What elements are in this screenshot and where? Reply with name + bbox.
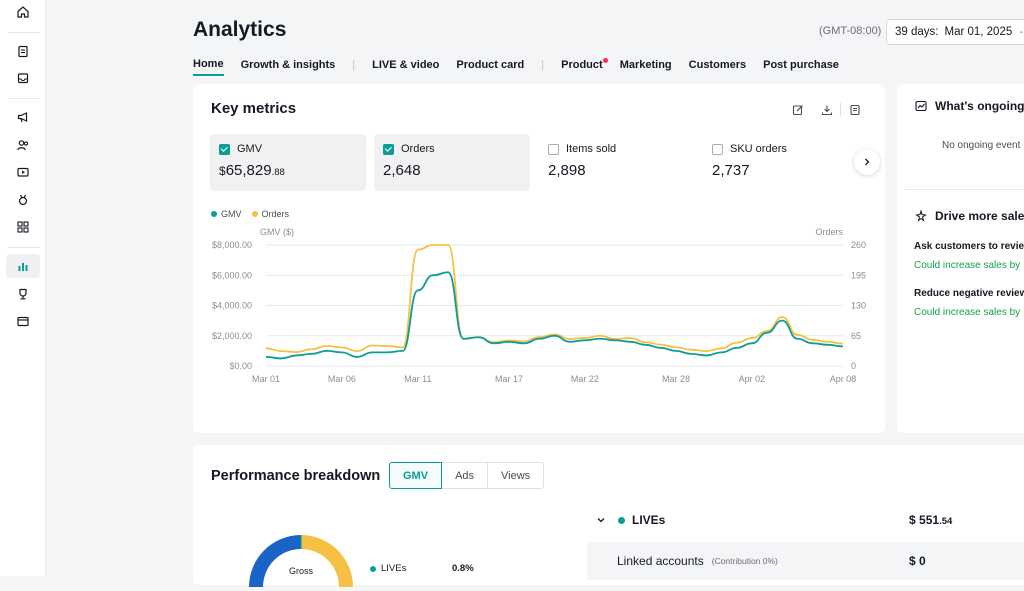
donut-slice-yellow: [301, 535, 353, 587]
currency-symbol: $: [909, 513, 916, 527]
date-range-label: 39 days:: [895, 26, 939, 38]
breakdown-row-lives[interactable]: LIVEs $ 551.54: [587, 501, 1024, 539]
bar-chart-icon[interactable]: [6, 254, 40, 278]
series-line-gmv: [265, 271, 844, 360]
users-icon[interactable]: [9, 133, 37, 157]
video-icon[interactable]: [9, 160, 37, 184]
currency-symbol: $: [909, 554, 916, 568]
tab-separator: |: [541, 59, 545, 71]
analytics-tabs: Home Growth & insights | LIVE & video Pr…: [193, 57, 856, 77]
x-tick-label: Apr 02: [739, 374, 766, 384]
whats-ongoing-card: What's ongoing No ongoing event Drive mo…: [897, 84, 1024, 433]
legend-dot: [370, 565, 376, 572]
y-tick-label-right: 195: [851, 270, 866, 280]
gmv-donut-chart: Gross: [249, 535, 353, 587]
tip-reviews-link[interactable]: Could increase sales by: [914, 260, 1020, 271]
tab-live-video[interactable]: LIVE & video: [372, 59, 439, 75]
spark-icon: [915, 210, 927, 222]
donut-legend-lives: LIVEs: [370, 563, 406, 574]
no-ongoing-events: No ongoing event: [942, 140, 1021, 151]
x-tick-label: Mar 01: [252, 374, 280, 384]
y-tick-label-right: 0: [851, 361, 856, 371]
row-label: LIVEs: [632, 513, 666, 527]
key-metrics-card: Key metrics GMV $65,829.88 Orders 2,648 …: [193, 84, 885, 433]
tab-post-purchase[interactable]: Post purchase: [763, 59, 839, 75]
performance-breakdown-card: Performance breakdown GMV Ads Views Gros…: [193, 445, 1024, 587]
tip-negative-title: Reduce negative review: [914, 288, 1024, 299]
row-value-int: 0: [919, 554, 926, 568]
y-axis-title-left: GMV ($): [260, 227, 294, 237]
tip-reviews-title: Ask customers to revie: [914, 241, 1024, 252]
tab-product[interactable]: Product: [561, 58, 608, 75]
whats-ongoing-title: What's ongoing: [935, 99, 1024, 113]
y-tick-label-left: $0.00: [229, 361, 252, 371]
perf-tab-views[interactable]: Views: [487, 462, 545, 489]
row-value: $ 551.54: [909, 513, 952, 527]
breakdown-row-linked-accounts[interactable]: Linked accounts (Contribution 0%) $ 0: [587, 542, 1024, 580]
drive-sales-header: Drive more sales: [915, 209, 1024, 223]
row-value-dec: .54: [939, 516, 953, 527]
inbox-icon[interactable]: [9, 66, 37, 90]
rail-divider: [8, 32, 40, 33]
x-tick-label: Mar 17: [495, 374, 523, 384]
y-tick-label-left: $6,000.00: [212, 270, 252, 280]
performance-title: Performance breakdown: [211, 468, 381, 484]
tab-separator: |: [352, 59, 356, 71]
row-value: $ 0: [909, 554, 926, 568]
perf-tab-gmv[interactable]: GMV: [389, 462, 443, 489]
notification-dot: [602, 58, 608, 63]
donut-center-label: Gross: [289, 566, 314, 576]
lives-dot: [618, 516, 625, 524]
side-divider: [905, 189, 1024, 190]
x-tick-label: Apr 08: [830, 374, 857, 384]
performance-tabs: GMV Ads Views: [389, 462, 545, 489]
tab-customers[interactable]: Customers: [689, 59, 746, 75]
y-tick-label-left: $2,000.00: [212, 331, 252, 341]
x-tick-label: Mar 28: [662, 374, 690, 384]
x-tick-label: Mar 06: [328, 374, 356, 384]
rail-divider: [8, 247, 40, 248]
trend-chart-icon: [915, 100, 927, 112]
x-tick-label: Mar 11: [404, 374, 431, 384]
row-note: (Contribution 0%): [711, 556, 778, 566]
drive-sales-title: Drive more sales: [935, 209, 1024, 223]
row-value-int: 551: [919, 513, 940, 527]
rail-divider: [8, 98, 40, 99]
chevron-down-icon[interactable]: [596, 515, 606, 525]
megaphone-icon[interactable]: [9, 105, 37, 129]
tab-product-card[interactable]: Product card: [456, 59, 524, 75]
donut-legend-label: LIVEs: [381, 563, 407, 574]
x-tick-label: Mar 22: [571, 374, 599, 384]
home-icon[interactable]: [9, 0, 37, 24]
date-range-start: Mar 01, 2025: [944, 26, 1013, 38]
tab-growth-insights[interactable]: Growth & insights: [241, 59, 336, 75]
tip-negative-link[interactable]: Could increase sales by: [914, 307, 1020, 318]
clipboard-icon[interactable]: [9, 39, 37, 63]
y-tick-label-right: 260: [851, 240, 866, 250]
page-title: Analytics: [193, 18, 287, 41]
donut-slice-blue: [249, 535, 301, 587]
timezone-label: (GMT-08:00): [819, 25, 882, 37]
date-range-picker[interactable]: 39 days: Mar 01, 2025 -: [886, 19, 1024, 45]
tab-home[interactable]: Home: [193, 58, 224, 76]
wallet-icon[interactable]: [9, 309, 37, 333]
gmv-orders-line-chart: $8,000.00 260 $6,000.00 195 $4,000.00 130 $2,0…: [212, 227, 866, 384]
y-axis-title-right: Orders: [815, 227, 843, 237]
medal-icon[interactable]: [9, 188, 37, 212]
trophy-icon[interactable]: [9, 282, 37, 306]
left-nav-rail: [0, 0, 46, 576]
tab-product-label: Product: [561, 59, 603, 71]
tab-marketing[interactable]: Marketing: [620, 59, 672, 75]
y-tick-label-right: 65: [851, 331, 861, 341]
perf-tab-ads[interactable]: Ads: [441, 462, 489, 489]
y-tick-label-right: 130: [851, 301, 866, 311]
whats-ongoing-header: What's ongoing: [915, 99, 1024, 113]
apps-icon[interactable]: [9, 215, 37, 239]
row-label: Linked accounts: [617, 554, 704, 568]
y-tick-label-left: $8,000.00: [212, 240, 252, 250]
date-range-dash: -: [1019, 26, 1023, 38]
y-tick-label-left: $4,000.00: [212, 301, 252, 311]
donut-legend-pct: 0.8%: [452, 563, 474, 574]
